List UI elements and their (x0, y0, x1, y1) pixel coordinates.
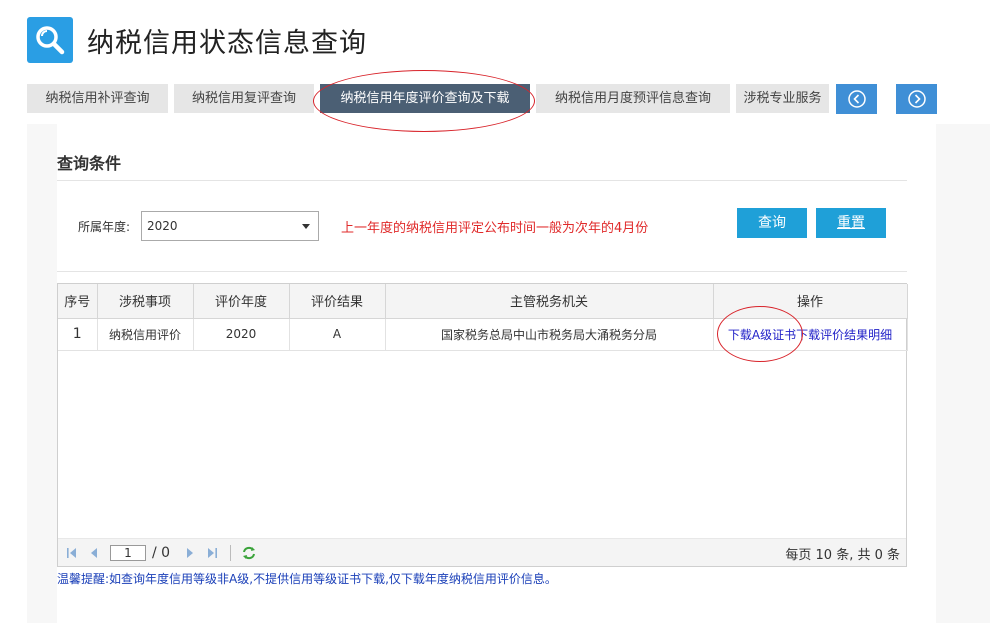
reset-button-label: 重置 (837, 215, 865, 231)
cell-action: 下载A级证书下载评价结果明细 (713, 318, 908, 351)
divider (57, 271, 907, 272)
tab-monthly-preview[interactable]: 纳税信用月度预评信息查询 (536, 84, 730, 113)
query-panel: 查询条件 所属年度: 2020 上一年度的纳税信用评定公布时间一般为次年的4月份… (57, 124, 936, 623)
tab-professional-service[interactable]: 涉税专业服务 (736, 84, 829, 113)
download-result-detail-link[interactable]: 下载评价结果明细 (796, 328, 892, 342)
last-page-icon[interactable] (204, 545, 220, 561)
content-area: 查询条件 所属年度: 2020 上一年度的纳税信用评定公布时间一般为次年的4月份… (27, 124, 990, 623)
table-header-row: 序号 涉税事项 评价年度 评价结果 主管税务机关 操作 (58, 284, 908, 319)
result-grid: 序号 涉税事项 评价年度 评价结果 主管税务机关 操作 1 纳税信用评价 202… (57, 283, 908, 567)
total-pages: / 0 (152, 544, 171, 561)
table-row: 1 纳税信用评价 2020 A 国家税务总局中山市税务局大涌税务分局 下载A级证… (58, 318, 908, 351)
tab-prev-button[interactable] (836, 84, 877, 114)
column-header-seq: 序号 (58, 284, 98, 319)
chevron-left-icon (847, 90, 866, 108)
chevron-down-icon (302, 224, 310, 229)
next-page-icon[interactable] (182, 545, 198, 561)
column-header-year: 评价年度 (193, 284, 290, 319)
download-a-certificate-link[interactable]: 下载A级证书 (728, 328, 796, 342)
cell-authority: 国家税务总局中山市税务局大涌税务分局 (385, 318, 714, 351)
page-header: 纳税信用状态信息查询 (27, 16, 367, 64)
page-number-input[interactable]: 1 (110, 544, 146, 561)
divider (230, 544, 232, 561)
cell-year: 2020 (193, 318, 290, 351)
cell-item: 纳税信用评价 (97, 318, 194, 351)
divider (57, 180, 907, 181)
pagination-bar: 1 / 0 每页 10 条, 共 0 条 (58, 538, 906, 566)
tab-next-button[interactable] (896, 84, 937, 114)
prev-page-icon[interactable] (86, 545, 102, 561)
search-button[interactable]: 查询 (737, 208, 807, 238)
year-select-value: 2020 (147, 219, 178, 233)
year-select[interactable]: 2020 (141, 211, 319, 241)
tab-supplementary-query[interactable]: 纳税信用补评查询 (27, 84, 168, 113)
page-title: 纳税信用状态信息查询 (87, 27, 367, 59)
refresh-icon[interactable] (241, 545, 257, 561)
section-title: 查询条件 (57, 154, 122, 173)
cell-seq: 1 (58, 318, 98, 351)
year-label: 所属年度: (78, 220, 131, 234)
chevron-right-icon (907, 90, 926, 108)
first-page-icon[interactable] (64, 545, 80, 561)
column-header-authority: 主管税务机关 (385, 284, 714, 319)
pagination-summary: 每页 10 条, 共 0 条 (785, 548, 900, 563)
publish-notice: 上一年度的纳税信用评定公布时间一般为次年的4月份 (341, 221, 649, 236)
column-header-action: 操作 (713, 284, 908, 319)
column-header-item: 涉税事项 (97, 284, 194, 319)
cell-result: A (289, 318, 386, 351)
tab-annual-evaluation[interactable]: 纳税信用年度评价查询及下载 (320, 84, 530, 113)
reset-button[interactable]: 重置 (816, 208, 886, 238)
column-header-result: 评价结果 (289, 284, 386, 319)
search-icon (27, 17, 73, 63)
result-table: 序号 涉税事项 评价年度 评价结果 主管税务机关 操作 1 纳税信用评价 202… (58, 284, 908, 351)
reminder-text: 温馨提醒:如查询年度信用等级非A级,不提供信用等级证书下载,仅下载年度纳税信用评… (57, 572, 557, 586)
tab-review-query[interactable]: 纳税信用复评查询 (174, 84, 314, 113)
